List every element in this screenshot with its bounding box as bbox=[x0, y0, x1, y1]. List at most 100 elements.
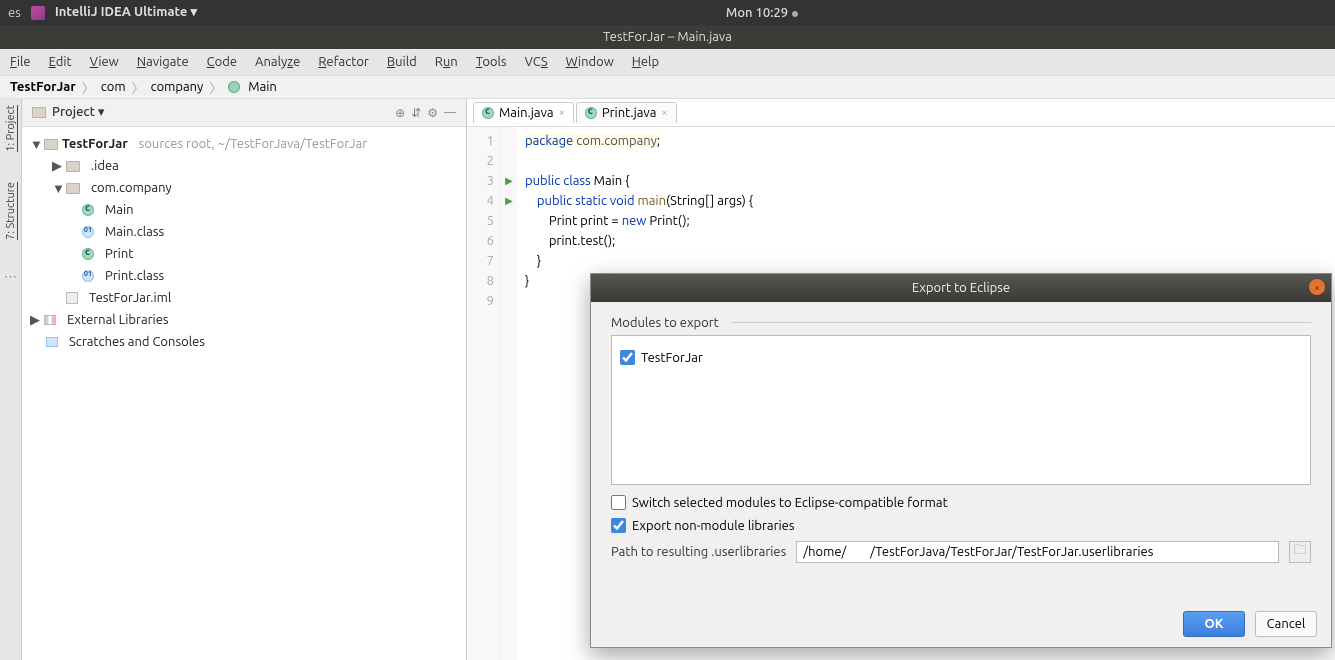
modules-fieldset: Modules to export TestForJar bbox=[611, 316, 1311, 485]
tree-item-label: Print.class bbox=[105, 269, 164, 283]
menu-tools[interactable]: Tools bbox=[476, 55, 507, 69]
tree-item-label: Print bbox=[105, 247, 133, 261]
project-view-selector[interactable]: Project ▾ bbox=[52, 105, 104, 120]
tree-file-iml[interactable]: TestForJar.iml bbox=[30, 287, 458, 309]
menu-view[interactable]: View bbox=[90, 55, 119, 69]
tree-item-label: TestForJar.iml bbox=[89, 291, 171, 305]
tree-file-print[interactable]: Print bbox=[30, 243, 458, 265]
tree-file-mainclass[interactable]: Main.class bbox=[30, 221, 458, 243]
menu-help[interactable]: Help bbox=[632, 55, 659, 69]
button-label: Cancel bbox=[1267, 617, 1306, 631]
tree-idea[interactable]: ▶ .idea bbox=[30, 155, 458, 177]
menu-navigate[interactable]: Navigate bbox=[137, 55, 189, 69]
tab-print[interactable]: Print.java × bbox=[576, 102, 677, 123]
module-item[interactable]: TestForJar bbox=[620, 350, 1302, 365]
class-icon bbox=[482, 107, 494, 119]
line-gutter: 123456789 bbox=[467, 127, 501, 660]
os-ws-label: es bbox=[8, 6, 21, 20]
menu-refactor[interactable]: Refactor bbox=[318, 55, 369, 69]
rail-more-icon[interactable]: ⋯ bbox=[4, 270, 17, 285]
tab-label: Print.java bbox=[602, 106, 657, 120]
dialog-body: Modules to export TestForJar Switch sele… bbox=[591, 302, 1331, 573]
close-icon[interactable]: × bbox=[559, 107, 565, 119]
run-gutter[interactable]: ▶▶ bbox=[501, 127, 517, 660]
os-clock: Mon 10:29 bbox=[726, 6, 788, 20]
rail-project[interactable]: 1: Project bbox=[5, 105, 17, 152]
folder-icon: 🗀 bbox=[1293, 541, 1306, 563]
breadcrumb-main[interactable]: Main bbox=[248, 80, 277, 94]
expand-icon[interactable]: ▼ bbox=[52, 181, 62, 196]
path-input[interactable] bbox=[796, 541, 1279, 563]
menu-run[interactable]: Run bbox=[435, 55, 458, 69]
browse-button[interactable]: 🗀 bbox=[1289, 541, 1311, 563]
tree-root-note: sources root, ~/TestForJava/TestForJar bbox=[139, 137, 368, 151]
expand-icon[interactable]: ▶ bbox=[52, 159, 62, 174]
menu-analyze[interactable]: Analyze bbox=[255, 55, 300, 69]
os-app-name[interactable]: IntelliJ IDEA Ultimate ▾ bbox=[55, 5, 197, 20]
module-name: TestForJar bbox=[641, 351, 703, 365]
tab-label: Main.java bbox=[499, 106, 554, 120]
tree-item-label: Main bbox=[105, 203, 134, 217]
tree-scratches[interactable]: Scratches and Consoles bbox=[30, 331, 458, 353]
menu-code[interactable]: Code bbox=[207, 55, 237, 69]
project-panel-header: Project ▾ ⊕ ⇵ ⚙ — bbox=[22, 99, 466, 127]
checkbox[interactable] bbox=[611, 495, 626, 510]
close-icon[interactable]: × bbox=[1309, 279, 1325, 295]
breadcrumb-company[interactable]: company bbox=[151, 80, 204, 94]
project-tree[interactable]: ▼ TestForJar sources root, ~/TestForJava… bbox=[22, 127, 466, 359]
checkbox-label: Switch selected modules to Eclipse-compa… bbox=[632, 496, 948, 510]
tab-main[interactable]: Main.java × bbox=[473, 102, 574, 123]
status-dot-icon bbox=[792, 11, 798, 17]
modules-listbox[interactable]: TestForJar bbox=[611, 335, 1311, 485]
cancel-button[interactable]: Cancel bbox=[1255, 611, 1317, 637]
switch-format-checkbox[interactable]: Switch selected modules to Eclipse-compa… bbox=[611, 495, 1311, 510]
rail-structure[interactable]: 7: Structure bbox=[5, 182, 17, 240]
menu-edit[interactable]: Edit bbox=[49, 55, 72, 69]
folder-icon bbox=[32, 107, 46, 118]
chevron-icon: 〉 bbox=[209, 78, 222, 97]
tree-item-label: com.company bbox=[91, 181, 172, 195]
breadcrumb-com[interactable]: com bbox=[101, 80, 126, 94]
breadcrumb-project[interactable]: TestForJar bbox=[10, 80, 76, 94]
button-label: OK bbox=[1205, 617, 1224, 631]
collapse-icon[interactable]: ⇵ bbox=[411, 106, 421, 120]
class-icon bbox=[82, 204, 94, 216]
expand-icon[interactable]: ▶ bbox=[30, 313, 40, 328]
tree-file-main[interactable]: Main bbox=[30, 199, 458, 221]
module-checkbox[interactable] bbox=[620, 350, 635, 365]
library-icon bbox=[44, 315, 56, 325]
classfile-icon bbox=[82, 270, 94, 282]
modules-label: Modules to export bbox=[611, 316, 727, 330]
close-icon[interactable]: × bbox=[661, 107, 667, 119]
tree-package[interactable]: ▼ com.company bbox=[30, 177, 458, 199]
project-panel: Project ▾ ⊕ ⇵ ⚙ — ▼ TestForJar sources r… bbox=[22, 99, 467, 660]
class-icon bbox=[585, 107, 597, 119]
export-libs-checkbox[interactable]: Export non-module libraries bbox=[611, 518, 1311, 533]
module-icon bbox=[44, 139, 58, 150]
menu-window[interactable]: Window bbox=[566, 55, 614, 69]
hide-icon[interactable]: — bbox=[444, 106, 456, 119]
tree-root[interactable]: ▼ TestForJar sources root, ~/TestForJava… bbox=[30, 133, 458, 155]
export-eclipse-dialog: Export to Eclipse × Modules to export Te… bbox=[590, 273, 1332, 648]
tree-external-libs[interactable]: ▶ External Libraries bbox=[30, 309, 458, 331]
class-icon bbox=[228, 81, 240, 93]
main-menu-bar: File Edit View Navigate Code Analyze Ref… bbox=[0, 49, 1335, 75]
tree-file-printclass[interactable]: Print.class bbox=[30, 265, 458, 287]
package-icon bbox=[66, 183, 80, 194]
menu-file[interactable]: File bbox=[10, 55, 31, 69]
ok-button[interactable]: OK bbox=[1183, 611, 1245, 637]
menu-build[interactable]: Build bbox=[387, 55, 417, 69]
locate-icon[interactable]: ⊕ bbox=[395, 106, 405, 120]
class-icon bbox=[82, 248, 94, 260]
gear-icon[interactable]: ⚙ bbox=[427, 106, 438, 120]
checkbox-label: Export non-module libraries bbox=[632, 519, 795, 533]
checkbox[interactable] bbox=[611, 518, 626, 533]
menu-vcs[interactable]: VCS bbox=[525, 55, 548, 69]
window-title: TestForJar – Main.java bbox=[603, 30, 732, 44]
path-label: Path to resulting .userlibraries bbox=[611, 545, 786, 559]
path-row: Path to resulting .userlibraries 🗀 bbox=[611, 541, 1311, 563]
iml-icon bbox=[66, 292, 78, 304]
dialog-title-bar[interactable]: Export to Eclipse × bbox=[591, 274, 1331, 302]
chevron-icon: 〉 bbox=[82, 78, 95, 97]
expand-icon[interactable]: ▼ bbox=[30, 137, 40, 152]
